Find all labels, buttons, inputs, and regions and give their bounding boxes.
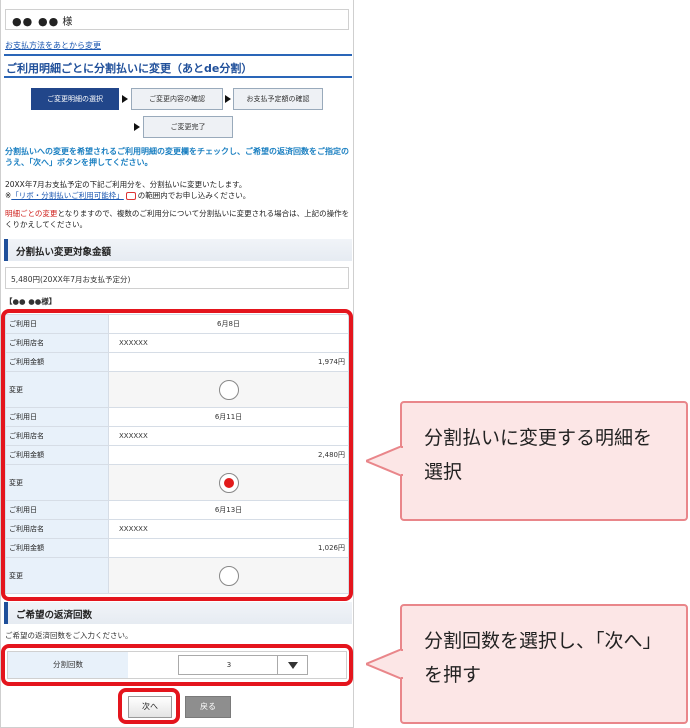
callout-tail-icon (366, 446, 404, 476)
step-complete: ご変更完了 (143, 116, 233, 138)
user-suffix: 様 (62, 17, 73, 28)
highlight-next-button (118, 688, 180, 724)
pdf-icon (125, 192, 136, 200)
credit-limit-link[interactable]: 「リボ・分割払いご利用可能枠」 (11, 191, 124, 200)
instruction-note: 明細ごとの変更となりますので、複数のご利用分について分割払いに変更される場合は、… (5, 208, 351, 230)
user-name-box: ●● ●● 様 (5, 9, 349, 30)
highlight-detail-table (1, 309, 353, 601)
section-header-amount: 分割払い変更対象金額 (4, 239, 352, 261)
step-confirm-change: ご変更内容の確認 (131, 88, 223, 110)
step-confirm-payment: お支払予定額の確認 (233, 88, 323, 110)
instruction-line2: ※「リボ・分割払いご利用可能枠」 の範囲内でお申し込みください。 (5, 190, 351, 201)
instruction-line2-suffix: の範囲内でお申し込みください。 (137, 191, 251, 200)
page-title: ご利用明細ごとに分割払いに変更（あとde分割） (4, 54, 352, 78)
user-name: ●● ●● (12, 15, 60, 28)
callout-select-count: 分割回数を選択し、「次へ」を押す (400, 604, 688, 724)
callout-select-detail: 分割払いに変更する明細を選択 (400, 401, 688, 521)
back-button[interactable]: 戻る (185, 696, 231, 718)
note-text: となりますので、複数のご利用分について分割払いに変更される場合は、上記の操作をく… (5, 209, 350, 229)
section-header-repay: ご希望の返済回数 (4, 602, 352, 624)
step-arrow-icon (134, 123, 140, 131)
note-red-text: 明細ごとの変更 (5, 209, 58, 218)
step-select-detail: ご変更明細の選択 (31, 88, 119, 110)
step-arrow-icon (122, 95, 128, 103)
member-name: 【●● ●●様】 (5, 297, 57, 306)
instruction-line1: 20XX年7月お支払予定の下記ご利用分を、分割払いに変更いたします。 (5, 180, 247, 189)
highlight-repay-count (1, 644, 353, 686)
step-arrow-icon (225, 95, 231, 103)
instruction-text: 20XX年7月お支払予定の下記ご利用分を、分割払いに変更いたします。 ※「リボ・… (5, 179, 351, 201)
target-amount: 5,480円(20XX年7月お支払予定分) (5, 267, 349, 289)
breadcrumb-link[interactable]: お支払方法をあとから変更 (5, 40, 101, 51)
instruction-blue: 分割払いへの変更を希望されるご利用明細の変更欄をチェックし、ご希望の返済回数をご… (5, 147, 349, 167)
callout-tail-icon (366, 649, 404, 679)
repay-hint: ご希望の返済回数をご入力ください。 (5, 631, 133, 640)
